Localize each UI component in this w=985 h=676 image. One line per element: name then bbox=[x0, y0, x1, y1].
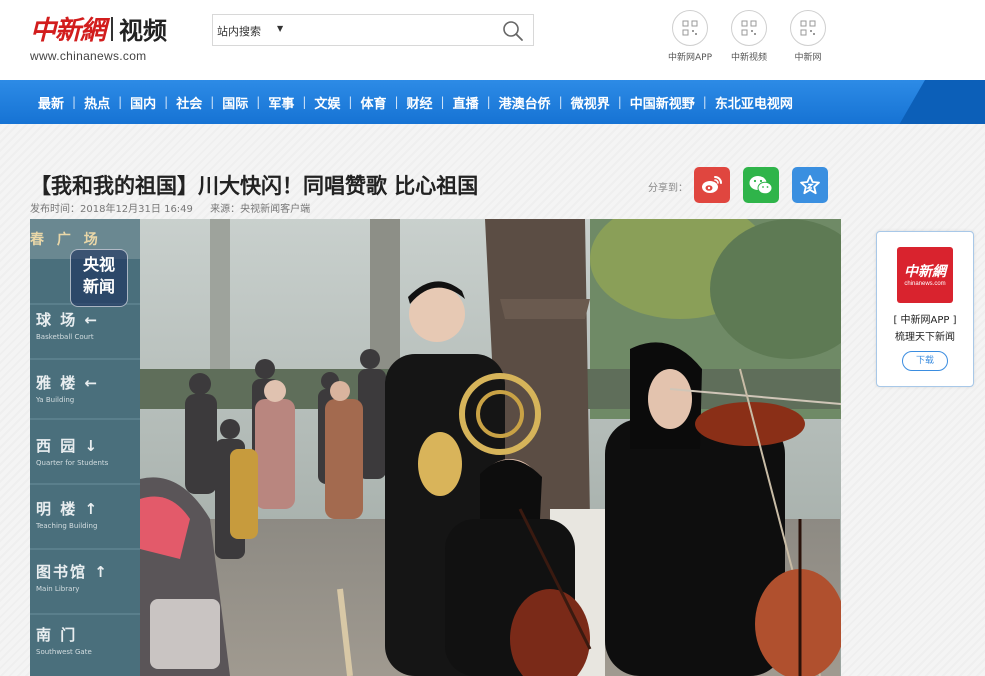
sign-row: 图书馆 ↑ Main Library bbox=[36, 561, 136, 624]
logo-section: 视频 bbox=[119, 17, 168, 45]
article-source: 来源：央视新闻客户端 bbox=[210, 204, 311, 215]
sign-sublabel: Main Library bbox=[36, 585, 80, 593]
article-meta: 发布时间：2018年12月31日 16:49 来源：央视新闻客户端 bbox=[30, 200, 324, 215]
qr-video[interactable]: 中新视频 bbox=[719, 10, 779, 63]
cctv-watermark: 央视 新闻 bbox=[70, 249, 128, 307]
share-favorite-button[interactable] bbox=[792, 167, 828, 203]
nav-item[interactable]: 直播 bbox=[445, 93, 487, 112]
qr-code-icon bbox=[790, 10, 826, 46]
sign-sublabel: Ya Building bbox=[36, 396, 75, 404]
nav-item[interactable]: 文娱 bbox=[306, 93, 348, 112]
qr-label: 中新网 bbox=[794, 53, 822, 63]
dropdown-arrow-icon[interactable]: ▼ bbox=[277, 24, 283, 33]
qr-label: 中新网APP bbox=[667, 53, 712, 63]
sign-sublabel: Basketball Court bbox=[36, 333, 94, 341]
video-frame bbox=[30, 219, 841, 676]
nav-item[interactable]: 国际 bbox=[214, 93, 256, 112]
wechat-icon bbox=[749, 176, 773, 195]
share-label: 分享到： bbox=[648, 183, 688, 194]
search-icon bbox=[503, 21, 523, 41]
app-logo: 中新網 chinanews.com bbox=[897, 247, 953, 303]
nav-item[interactable]: 中国新视野 bbox=[622, 93, 703, 112]
nav-decoration bbox=[899, 80, 985, 124]
nav-item[interactable]: 微视界 bbox=[563, 93, 618, 112]
sign-sublabel: Quarter for Students bbox=[36, 459, 109, 467]
nav-item[interactable]: 社会 bbox=[168, 93, 210, 112]
site-logo[interactable]: 中新網 视频 www.chinanews.com bbox=[30, 10, 167, 63]
app-promo-card: 中新網 chinanews.com [ 中新网APP ] 梳理天下新闻 下载 bbox=[876, 231, 974, 387]
site-header: 中新網 视频 www.chinanews.com 站内搜索 ▼ 中新网APP 中… bbox=[0, 0, 985, 80]
sign-label: 球 场 ← bbox=[36, 311, 100, 329]
nav-items: 最新 | 热点 | 国内 | 社会 | 国际 | 军事 | 文娱 | 体育 | 财经 | 直播 | 港澳台侨 | 微视界 | 中… bbox=[30, 80, 801, 124]
nav-item[interactable]: 财经 bbox=[399, 93, 441, 112]
nav-item[interactable]: 最新 bbox=[30, 93, 72, 112]
sign-row: 西 园 ↓ Quarter for Students bbox=[36, 435, 136, 498]
video-player[interactable]: 春 广 场 球 场 ← Basketball Court 雅 楼 ← Ya Build… bbox=[30, 219, 841, 676]
search-bar: 站内搜索 ▼ bbox=[212, 14, 534, 46]
nav-item[interactable]: 国内 bbox=[122, 93, 164, 112]
qr-code-icon bbox=[672, 10, 708, 46]
logo-divider bbox=[111, 16, 114, 41]
video-sign-top: 春 广 场 bbox=[30, 232, 102, 248]
app-logo-text: 中新網 bbox=[904, 264, 946, 280]
star-icon bbox=[800, 175, 820, 195]
nav-item[interactable]: 港澳台侨 bbox=[491, 93, 559, 112]
sign-label: 西 园 ↓ bbox=[36, 437, 100, 455]
sign-label: 南 门 bbox=[36, 626, 78, 644]
logo-url: www.chinanews.com bbox=[30, 49, 147, 63]
video-signs: 球 场 ← Basketball Court 雅 楼 ← Ya Building 西 园… bbox=[36, 309, 136, 676]
search-input[interactable] bbox=[297, 19, 497, 41]
share-wechat-button[interactable] bbox=[743, 167, 779, 203]
nav-item[interactable]: 体育 bbox=[352, 93, 394, 112]
sign-sublabel: Southwest Gate bbox=[36, 648, 92, 656]
watermark-line2: 新闻 bbox=[82, 277, 115, 296]
sign-row: 雅 楼 ← Ya Building bbox=[36, 372, 136, 435]
sign-row: 明 楼 ↑ Teaching Building bbox=[36, 498, 136, 561]
nav-item[interactable]: 东北亚电视网 bbox=[707, 93, 801, 112]
sign-sublabel: Teaching Building bbox=[36, 522, 98, 530]
app-card-subtitle: 梳理天下新闻 bbox=[895, 332, 955, 343]
sign-label: 雅 楼 ← bbox=[36, 374, 100, 392]
page-title: 【我和我的祖国】川大快闪！同唱赞歌 比心祖国 bbox=[30, 174, 479, 198]
sign-row: 球 场 ← Basketball Court bbox=[36, 309, 136, 372]
app-logo-url: chinanews.com bbox=[904, 281, 946, 287]
qr-site[interactable]: 中新网 bbox=[778, 10, 838, 63]
watermark-line1: 央视 bbox=[82, 255, 115, 274]
logo-brand: 中新網 bbox=[30, 16, 106, 46]
weibo-icon bbox=[702, 176, 722, 193]
nav-item[interactable]: 热点 bbox=[76, 93, 118, 112]
share-weibo-button[interactable] bbox=[694, 167, 730, 203]
search-scope-select[interactable]: 站内搜索 bbox=[217, 23, 261, 39]
nav-item[interactable]: 军事 bbox=[260, 93, 302, 112]
qr-code-icon bbox=[731, 10, 767, 46]
search-button[interactable] bbox=[501, 19, 525, 43]
app-card-title: [ 中新网APP ] bbox=[893, 315, 957, 326]
main-nav: 最新 | 热点 | 国内 | 社会 | 国际 | 军事 | 文娱 | 体育 | 财经 | 直播 | 港澳台侨 | 微视界 | 中… bbox=[0, 80, 985, 124]
sign-row: 南 门 Southwest Gate bbox=[36, 624, 136, 676]
qr-label: 中新视频 bbox=[730, 53, 767, 63]
sign-label: 图书馆 ↑ bbox=[36, 563, 109, 581]
publish-time: 发布时间：2018年12月31日 16:49 bbox=[30, 204, 193, 215]
qr-app[interactable]: 中新网APP bbox=[660, 10, 720, 63]
sign-label: 明 楼 ↑ bbox=[36, 500, 100, 518]
app-download-button[interactable]: 下载 bbox=[902, 351, 948, 371]
